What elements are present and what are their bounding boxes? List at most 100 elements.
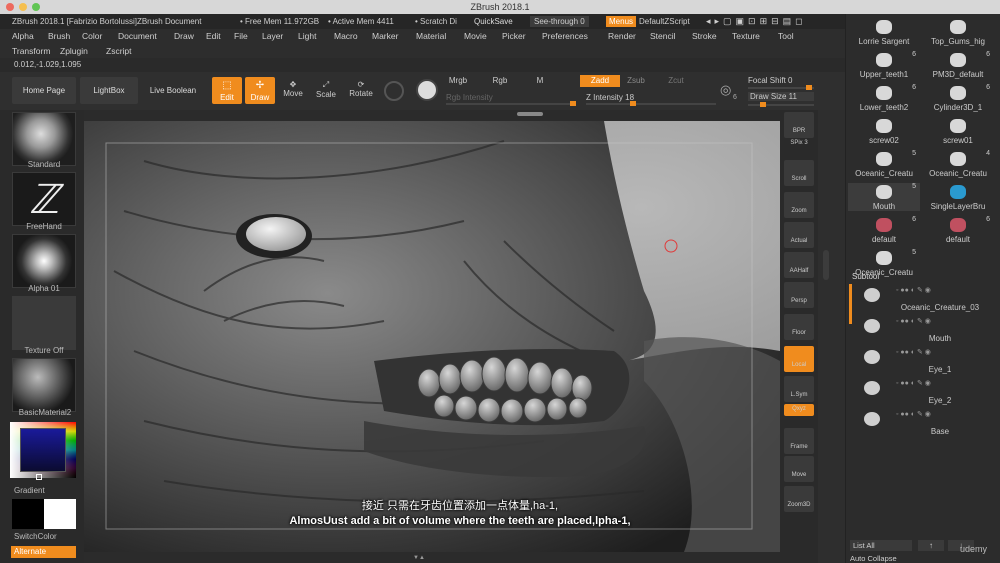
- material-icon[interactable]: [12, 358, 76, 412]
- move-mode-button[interactable]: ✥ Move: [281, 80, 305, 98]
- scroll-thumb[interactable]: [823, 250, 829, 280]
- draw-size-slider[interactable]: Draw Size 11: [748, 92, 814, 101]
- freehand-stroke-icon[interactable]: ℤ: [12, 172, 76, 226]
- tool-tile[interactable]: 5 Mouth: [848, 183, 920, 211]
- scale-mode-button[interactable]: ⤢ Scale: [313, 80, 339, 99]
- menu-draw[interactable]: Draw: [174, 29, 194, 44]
- arrow-up-icon[interactable]: ↑: [918, 540, 944, 551]
- zcut-button[interactable]: Zcut: [664, 76, 688, 85]
- subtool-toggles-icon[interactable]: ◦ ●● ◐ ✎ ◉: [896, 286, 931, 294]
- shelf-zoom3d[interactable]: Zoom3D: [784, 486, 814, 512]
- tool-tile[interactable]: 6 Lower_teeth2: [848, 84, 920, 112]
- menu-layer[interactable]: Layer: [262, 29, 283, 44]
- shelf-zoom[interactable]: Zoom: [784, 192, 814, 218]
- color-square[interactable]: [20, 428, 66, 472]
- shelf-persp[interactable]: Persp: [784, 282, 814, 308]
- subtool-row[interactable]: ◦ ●● ◐ ✎ ◉ Eye_2: [850, 377, 996, 407]
- subtool-row[interactable]: ◦ ●● ◐ ✎ ◉ Eye_1: [850, 346, 996, 376]
- shelf-move[interactable]: Move: [784, 456, 814, 482]
- subtool-toggles-icon[interactable]: ◦ ●● ◐ ✎ ◉: [896, 410, 931, 418]
- menu-zscript[interactable]: Zscript: [106, 44, 132, 58]
- shelf-spix-3[interactable]: SPix 3: [784, 138, 814, 150]
- shelf-bpr[interactable]: BPR: [784, 112, 814, 138]
- alternate-button[interactable]: Alternate: [11, 546, 76, 558]
- rgb-intensity-slider[interactable]: Rgb Intensity: [446, 93, 536, 102]
- primary-color-swatch[interactable]: [44, 499, 76, 529]
- tool-tile[interactable]: Top_Gums_hig: [922, 18, 994, 46]
- z-intensity-handle[interactable]: [630, 101, 636, 106]
- canvas-viewport[interactable]: [84, 121, 780, 552]
- menu-material[interactable]: Material: [416, 29, 446, 44]
- shelf-aahalf[interactable]: AAHalf: [784, 252, 814, 278]
- rgb-button[interactable]: Rgb: [488, 76, 512, 85]
- rgb-intensity-handle[interactable]: [570, 101, 576, 106]
- m-button[interactable]: M: [532, 76, 548, 85]
- window-controls-icon[interactable]: ◂▸▢▣⊡⊞⊟▤◻: [706, 14, 807, 29]
- tool-tile[interactable]: 6 default: [922, 216, 994, 244]
- rotate-mode-button[interactable]: ⟳ Rotate: [347, 80, 375, 98]
- shelf-l-sym[interactable]: L.Sym: [784, 376, 814, 402]
- menu-picker[interactable]: Picker: [502, 29, 526, 44]
- bottom-panel-handle[interactable]: ▼▲: [413, 555, 443, 561]
- zoom-window-button[interactable]: [32, 3, 40, 11]
- menu-brush[interactable]: Brush: [48, 29, 70, 44]
- menu-alpha[interactable]: Alpha: [12, 29, 34, 44]
- tool-tile[interactable]: SingleLayerBru: [922, 183, 994, 211]
- switch-color-button[interactable]: SwitchColor: [14, 532, 78, 541]
- subtool-row[interactable]: ◦ ●● ◐ ✎ ◉ Mouth: [850, 315, 996, 345]
- mrgb-button[interactable]: Mrgb: [446, 76, 470, 85]
- menu-render[interactable]: Render: [608, 29, 636, 44]
- menu-document[interactable]: Document: [118, 29, 157, 44]
- auto-collapse-button[interactable]: Auto Collapse: [850, 554, 912, 563]
- menu-movie[interactable]: Movie: [464, 29, 487, 44]
- shelf-actual[interactable]: Actual: [784, 222, 814, 248]
- lightbox-button[interactable]: LightBox: [80, 77, 138, 104]
- tool-tile[interactable]: screw01: [922, 117, 994, 145]
- shelf-local[interactable]: Local: [784, 346, 814, 372]
- menu-transform[interactable]: Transform: [12, 44, 50, 58]
- standard-brush-icon[interactable]: [12, 112, 76, 166]
- tool-tile[interactable]: screw02: [848, 117, 920, 145]
- menu-marker[interactable]: Marker: [372, 29, 398, 44]
- tool-tile[interactable]: 6 PM3D_default: [922, 51, 994, 79]
- default-zscript-button[interactable]: DefaultZScript: [639, 14, 690, 29]
- subtool-row[interactable]: ◦ ●● ◐ ✎ ◉ Oceanic_Creature_03: [850, 284, 996, 314]
- sphere-gizmo-icon[interactable]: [384, 81, 404, 101]
- menu-preferences[interactable]: Preferences: [542, 29, 588, 44]
- draw-mode-button[interactable]: ✢ Draw: [245, 77, 275, 104]
- minimize-window-button[interactable]: [19, 3, 27, 11]
- draw-size-handle[interactable]: [760, 102, 766, 107]
- menu-tool[interactable]: Tool: [778, 29, 794, 44]
- yin-yang-icon[interactable]: [416, 79, 438, 101]
- menu-stencil[interactable]: Stencil: [650, 29, 676, 44]
- tool-tile[interactable]: 4 Oceanic_Creatu: [922, 150, 994, 178]
- shelf-qxyz[interactable]: Qxyz: [784, 404, 814, 416]
- right-scrollbar[interactable]: [818, 110, 845, 563]
- see-through-slider[interactable]: See-through 0: [530, 16, 589, 27]
- menu-stroke[interactable]: Stroke: [692, 29, 717, 44]
- tool-tile[interactable]: 6 Upper_teeth1: [848, 51, 920, 79]
- zsub-button[interactable]: Zsub: [624, 76, 648, 85]
- tool-tile[interactable]: 5 Oceanic_Creatu: [848, 150, 920, 178]
- tool-tile[interactable]: 6 default: [848, 216, 920, 244]
- tool-tile[interactable]: 6 Cylinder3D_1: [922, 84, 994, 112]
- secondary-color-swatch[interactable]: [12, 499, 44, 529]
- dynamic-icon[interactable]: ◎: [720, 82, 731, 98]
- focal-shift-handle[interactable]: [806, 85, 812, 90]
- focal-shift-slider[interactable]: Focal Shift 0: [748, 76, 838, 85]
- shelf-scroll[interactable]: Scroll: [784, 160, 814, 186]
- subtool-toggles-icon[interactable]: ◦ ●● ◐ ✎ ◉: [896, 317, 931, 325]
- subtool-toggles-icon[interactable]: ◦ ●● ◐ ✎ ◉: [896, 379, 931, 387]
- menus-toggle[interactable]: Menus: [606, 16, 637, 27]
- subtool-row[interactable]: ◦ ●● ◐ ✎ ◉ Base: [850, 408, 996, 438]
- menu-file[interactable]: File: [234, 29, 248, 44]
- live-boolean-button[interactable]: Live Boolean: [142, 77, 204, 104]
- zadd-button[interactable]: Zadd: [580, 75, 620, 87]
- subtool-toggles-icon[interactable]: ◦ ●● ◐ ✎ ◉: [896, 348, 931, 356]
- menu-light[interactable]: Light: [298, 29, 316, 44]
- alpha-icon[interactable]: [12, 234, 76, 288]
- menu-color[interactable]: Color: [82, 29, 102, 44]
- menu-zplugin[interactable]: Zplugin: [60, 44, 88, 58]
- shelf-frame[interactable]: Frame: [784, 428, 814, 454]
- menu-edit[interactable]: Edit: [206, 29, 221, 44]
